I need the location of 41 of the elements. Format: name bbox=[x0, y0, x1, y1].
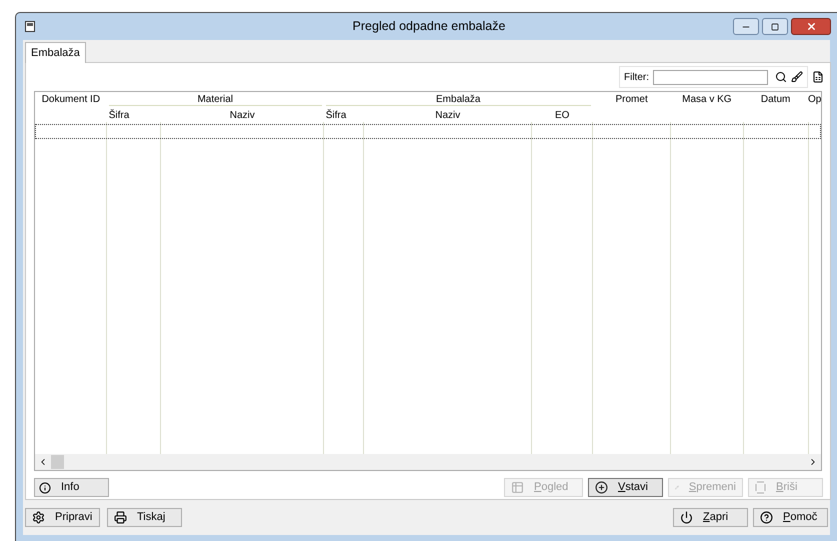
horizontal-scrollbar[interactable] bbox=[35, 454, 821, 470]
column-header[interactable]: Šifra bbox=[324, 106, 364, 122]
column-header[interactable]: EO bbox=[532, 106, 593, 122]
info-icon bbox=[39, 482, 51, 494]
toolbar-button[interactable]: Pripravi bbox=[25, 508, 100, 527]
help-icon bbox=[760, 511, 773, 524]
maximize-icon bbox=[771, 22, 779, 30]
filter-label: Filter: bbox=[624, 70, 649, 84]
column-header[interactable]: Šifra bbox=[106, 106, 161, 122]
column-group-header: Material bbox=[108, 92, 322, 106]
brush-icon[interactable] bbox=[791, 71, 803, 83]
column-header[interactable]: Datum bbox=[743, 92, 808, 106]
tab[interactable]: Embalaža bbox=[25, 42, 86, 63]
info-button[interactable]: Info bbox=[34, 478, 109, 497]
window-icon bbox=[25, 21, 35, 32]
scrollbar-thumb[interactable] bbox=[51, 455, 64, 469]
toolbar-button[interactable]: Tiskaj bbox=[107, 508, 182, 527]
toolbar-button[interactable]: Zapri bbox=[673, 508, 748, 527]
focused-row[interactable] bbox=[35, 124, 821, 139]
settings-icon bbox=[32, 511, 45, 524]
toolbar-button[interactable]: Vstavi bbox=[588, 478, 663, 497]
close-icon bbox=[806, 21, 816, 32]
bracket-icon bbox=[755, 481, 766, 494]
maximize-button[interactable] bbox=[762, 18, 788, 35]
spreadsheet-icon[interactable] bbox=[812, 71, 824, 83]
column-header[interactable]: Dokument ID bbox=[35, 92, 107, 106]
table-icon bbox=[511, 481, 524, 494]
column-header[interactable]: Promet bbox=[592, 92, 670, 106]
close-button[interactable] bbox=[791, 18, 831, 35]
power-icon bbox=[680, 511, 693, 524]
column-header[interactable]: Op bbox=[808, 92, 821, 106]
filter-field[interactable] bbox=[653, 70, 768, 84]
column-header[interactable]: Naziv bbox=[364, 106, 532, 122]
toolbar-button[interactable]: Pomoč bbox=[753, 508, 828, 527]
search-icon[interactable] bbox=[775, 71, 787, 83]
column-header[interactable]: Naziv bbox=[160, 106, 324, 122]
column-header[interactable]: Masa v KG bbox=[670, 92, 744, 106]
printer-icon bbox=[114, 511, 127, 524]
window-title: Pregled odpadne embalaže bbox=[352, 18, 506, 36]
column-group-header: Embalaža bbox=[326, 92, 591, 106]
plus-icon bbox=[595, 481, 608, 494]
